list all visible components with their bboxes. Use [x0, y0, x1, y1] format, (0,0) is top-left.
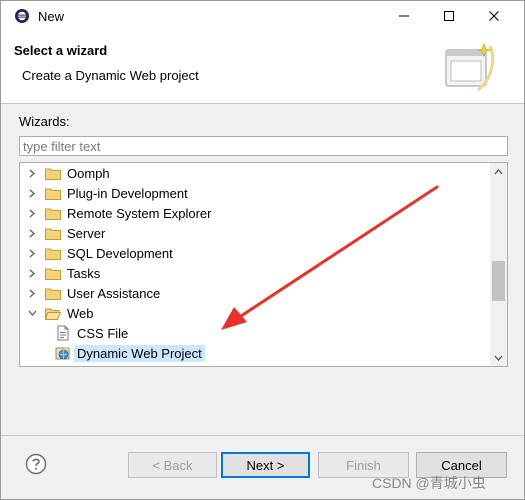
tree-item-user-assistance[interactable]: User Assistance	[20, 283, 490, 303]
tree-item-label: CSS File	[77, 325, 129, 341]
eclipse-icon	[15, 9, 29, 23]
chevron-down-icon	[494, 355, 503, 361]
scroll-up-button[interactable]	[490, 163, 507, 180]
chevron-right-icon[interactable]	[27, 268, 37, 278]
folder-icon	[45, 248, 61, 260]
css-file-icon	[57, 325, 69, 341]
watermark-text: CSDN @青城小虫	[372, 475, 486, 491]
folder-icon	[45, 188, 61, 200]
folder-icon	[45, 228, 61, 240]
back-button[interactable]: < Back	[128, 452, 217, 478]
chevron-right-icon[interactable]	[27, 188, 37, 198]
tree-item-plug-in-development[interactable]: Plug-in Development	[20, 183, 490, 203]
chevron-down-icon[interactable]	[27, 308, 37, 318]
wizards-label: Wizards:	[19, 114, 70, 129]
close-icon	[489, 11, 499, 21]
tree-scrollbar[interactable]	[490, 163, 507, 366]
chevron-up-icon	[494, 168, 503, 174]
tree-item-remote-system-explorer[interactable]: Remote System Explorer	[20, 203, 490, 223]
button-bar-separator	[1, 435, 524, 436]
tree-item-label: Plug-in Development	[67, 185, 188, 201]
page-title: Select a wizard	[14, 43, 108, 58]
close-button[interactable]	[474, 1, 514, 31]
chevron-right-icon[interactable]	[27, 248, 37, 258]
page-description: Create a Dynamic Web project	[22, 68, 199, 83]
filter-input[interactable]	[19, 136, 508, 156]
tree-item-label: Web	[67, 305, 94, 321]
folder-icon	[45, 208, 61, 220]
tree-item-server[interactable]: Server	[20, 223, 490, 243]
wizard-header: Select a wizard Create a Dynamic Web pro…	[1, 32, 524, 104]
tree-item-label: Tasks	[67, 265, 101, 281]
tree-item-web[interactable]: Web	[20, 303, 490, 323]
tree-item-label: SQL Development	[67, 245, 173, 261]
minimize-button[interactable]	[384, 1, 424, 31]
next-button[interactable]: Next >	[221, 452, 310, 478]
help-icon[interactable]	[25, 453, 47, 475]
dynamic-web-project-icon	[55, 346, 70, 360]
scroll-thumb[interactable]	[492, 261, 505, 301]
chevron-right-icon[interactable]	[27, 288, 37, 298]
chevron-right-icon[interactable]	[27, 228, 37, 238]
tree-item-label: User Assistance	[67, 285, 161, 301]
tree-item-oomph[interactable]: Oomph	[20, 163, 490, 183]
window-title: New	[38, 9, 65, 24]
chevron-right-icon[interactable]	[27, 208, 37, 218]
tree-item-dynamic-web-project[interactable]: Dynamic Web Project	[20, 343, 490, 363]
new-wizard-banner-icon	[445, 43, 495, 92]
tree-item-label: Oomph	[67, 165, 110, 181]
tree-item-label: Server	[67, 225, 106, 241]
tree-item-label: Remote System Explorer	[67, 205, 212, 221]
folder-icon	[45, 268, 61, 280]
title-bar: New	[1, 1, 524, 32]
tree-item-tasks[interactable]: Tasks	[20, 263, 490, 283]
tree-item-sql-development[interactable]: SQL Development	[20, 243, 490, 263]
minimize-icon	[399, 15, 409, 17]
chevron-right-icon[interactable]	[27, 168, 37, 178]
maximize-icon	[444, 11, 454, 21]
folder-icon	[45, 168, 61, 180]
new-wizard-dialog: New Select a wizard Create a Dynamic Web…	[0, 0, 525, 500]
tree-item-label: Dynamic Web Project	[74, 344, 205, 362]
wizard-tree: Oomph Plug-in Development Remote System …	[19, 162, 508, 367]
maximize-button[interactable]	[429, 1, 469, 31]
folder-open-icon	[45, 308, 61, 320]
folder-icon	[45, 288, 61, 300]
scroll-down-button[interactable]	[490, 349, 507, 366]
tree-item-css-file[interactable]: CSS File	[20, 323, 490, 343]
